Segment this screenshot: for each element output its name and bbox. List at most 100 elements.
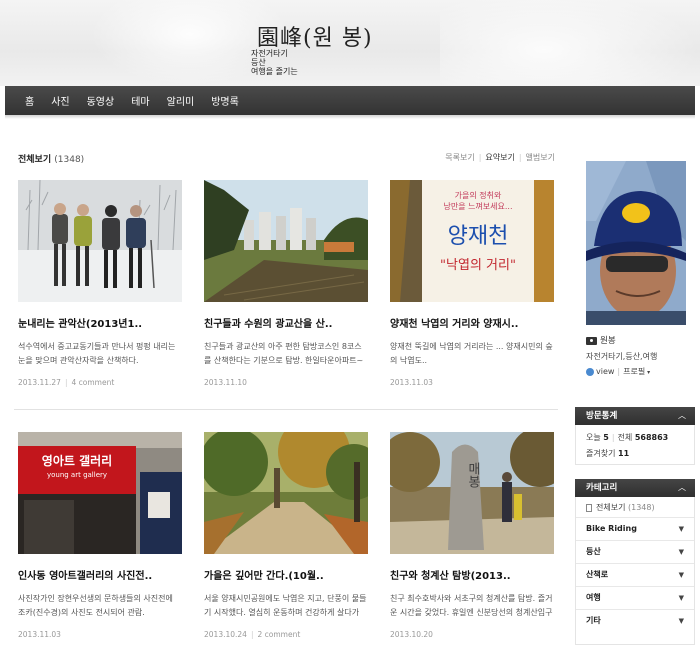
triangle-down-icon[interactable]: ▼ [679, 518, 684, 540]
total-label: 전체 [617, 433, 633, 442]
separator: | [617, 367, 621, 376]
profile-name: 원봉 [586, 334, 616, 346]
post-title[interactable]: 가을은 깊어만 간다.(10월.. [204, 567, 368, 582]
post-title[interactable]: 양재천 낙엽의 거리와 양재시.. [390, 315, 554, 330]
city-apartments-photo [204, 180, 368, 302]
sign-overlay: 가을의 정취와 낭만을 느껴보세요... 양재천 "낙엽의 거리" [422, 180, 534, 273]
category-item-etc[interactable]: 기타 ▼ [576, 609, 694, 632]
maebong-stone-photo [390, 432, 554, 554]
triangle-down-icon[interactable]: ▼ [679, 541, 684, 563]
post-thumbnail[interactable]: 매봉 [390, 432, 554, 554]
category-item-travel[interactable]: 여행 ▼ [576, 586, 694, 609]
sign-sub-text: "낙엽의 거리" [440, 258, 516, 273]
row-divider [14, 409, 558, 410]
gallery-sign-ko: 영아트 갤러리 [41, 454, 113, 468]
autumn-park-photo [204, 432, 368, 554]
post-meta: 2013.10.20 [390, 630, 554, 639]
stats-line: 즐겨찾기 11 [576, 448, 694, 459]
main-heading-row: 전체보기 (1348) 목록보기 | 요약보기 | 앨범보기 [18, 152, 555, 166]
category-widget: 전체보기 (1348) Bike Riding ▼ 등산 ▼ 산책로 ▼ 여행 ▼ 기타… [575, 497, 695, 645]
category-widget-header[interactable]: 카테고리 ︿ [575, 479, 695, 497]
fav-label: 즐겨찾기 [586, 449, 616, 458]
post-thumbnail[interactable]: 영아트 갤러리 young art gallery [18, 432, 182, 554]
view-album-link[interactable]: 앨범보기 [526, 153, 555, 162]
triangle-down-icon[interactable]: ▼ [679, 564, 684, 586]
post-meta: 2013.11.03 [390, 378, 554, 387]
fav-count: 11 [618, 449, 630, 458]
post-thumbnail[interactable] [18, 180, 182, 302]
post-comment-link[interactable]: 2 comment [257, 630, 300, 639]
triangle-down-icon[interactable]: ▼ [679, 587, 684, 609]
profile-photo[interactable] [586, 161, 686, 325]
main-nav: 홈 사진 동영상 테마 알리미 방명록 [5, 86, 695, 115]
nav-photo[interactable]: 사진 [51, 93, 69, 108]
post-excerpt: 석수역에서 중고교동기들과 만나서 펑펑 내리는 눈을 맞으며 관악산자락을 산… [18, 342, 176, 365]
profile-name-text[interactable]: 원봉 [600, 336, 616, 346]
stats-widget: 오늘 5 | 전체 568863 즐겨찾기 11 [575, 425, 695, 465]
category-item-hiking[interactable]: 등산 ▼ [576, 540, 694, 563]
category-all-label: 전체보기 [596, 503, 626, 512]
post-title[interactable]: 친구와 청계산 탐방(2013.. [390, 567, 554, 582]
snow-hikers-photo [18, 180, 182, 302]
total-count: 568863 [634, 433, 669, 442]
category-item-trail[interactable]: 산책로 ▼ [576, 563, 694, 586]
header-texture [440, 0, 700, 86]
stats-widget-header[interactable]: 방문통계 ︿ [575, 407, 695, 425]
separator: | [478, 153, 482, 162]
separator: | [64, 378, 68, 387]
blog-title[interactable]: 園峰(원 봉) [257, 20, 373, 52]
post-thumbnail[interactable]: 가을의 정취와 낭만을 느껴보세요... 양재천 "낙엽의 거리" [390, 180, 554, 302]
avatar [586, 161, 686, 325]
view-list-link[interactable]: 목록보기 [445, 153, 474, 162]
gallery-entrance-photo [18, 432, 182, 554]
camera-icon [586, 336, 597, 345]
post-meta: 2013.10.24 | 2 comment [204, 630, 368, 639]
post-title[interactable]: 친구들과 수원의 광교산을 산.. [204, 315, 368, 330]
post-title[interactable]: 눈내리는 관악산(2013년1.. [18, 315, 182, 330]
post-date: 2013.11.10 [204, 378, 247, 387]
post-date: 2013.11.03 [18, 630, 61, 639]
post-count: (1348) [54, 155, 85, 165]
nav-video[interactable]: 동영상 [87, 93, 115, 108]
profile-links: view | 프로필 ▾ [586, 366, 650, 377]
profile-link[interactable]: 프로필 [623, 367, 645, 376]
nav-notifier[interactable]: 알리미 [167, 93, 195, 108]
chevron-up-icon[interactable]: ︿ [678, 407, 686, 425]
post-excerpt: 사진작가인 장현우선생의 문하생들의 사진전에 조카(진수경)의 사진도 전시되… [18, 594, 173, 617]
blog-desc-line: 등산 [251, 58, 266, 67]
view-summary-link[interactable]: 요약보기 [485, 153, 514, 162]
post-comment-link[interactable]: 4 comment [71, 378, 114, 387]
category-all[interactable]: 전체보기 (1348) [576, 497, 694, 517]
page-title: 전체보기 (1348) [18, 152, 84, 165]
category-label: Bike Riding [586, 524, 637, 533]
chevron-up-icon[interactable]: ︿ [678, 479, 686, 497]
nav-guestbook[interactable]: 방명록 [211, 93, 239, 108]
stats-widget-title: 방문통계 [586, 411, 618, 421]
post-date: 2013.11.27 [18, 378, 61, 387]
post-card: 가을의 정취와 낭만을 느껴보세요... 양재천 "낙엽의 거리" 양재천 낙엽… [390, 180, 554, 387]
blog-desc-line: 여행을 즐기는 [251, 67, 298, 76]
blog-description: 자전거타기 등산 여행을 즐기는 [251, 49, 298, 76]
category-label: 여행 [586, 593, 601, 602]
profile-view-link[interactable]: view [596, 367, 614, 376]
post-card: 영아트 갤러리 young art gallery 인사동 영아트갤러리의 사진… [18, 432, 182, 639]
post-meta: 2013.11.10 [204, 378, 368, 387]
category-label: 기타 [586, 616, 601, 625]
post-meta: 2013.11.27 | 4 comment [18, 378, 182, 387]
post-title[interactable]: 인사동 영아트갤러리의 사진전.. [18, 567, 182, 582]
post-thumbnail[interactable] [204, 180, 368, 302]
sign-top-text: 가을의 정취와 낭만을 느껴보세요... [443, 191, 513, 211]
post-excerpt: 서울 양재시민공원에도 낙엽은 지고, 단풍이 물들기 시작했다. 열심히 운동… [204, 594, 367, 617]
post-thumbnail[interactable] [204, 432, 368, 554]
nav-theme[interactable]: 테마 [131, 93, 149, 108]
chevron-down-icon: ▾ [645, 369, 651, 376]
post-card: 가을은 깊어만 간다.(10월.. 서울 양재시민공원에도 낙엽은 지고, 단풍… [204, 432, 368, 639]
post-excerpt: 친구 최수호박사와 서초구의 청계산를 탐방. 즐거운 시간을 갖었다. 휴일엔… [390, 594, 553, 617]
triangle-down-icon[interactable]: ▼ [679, 610, 684, 632]
document-icon [586, 503, 592, 512]
post-meta: 2013.11.03 [18, 630, 182, 639]
nav-home[interactable]: 홈 [25, 93, 34, 108]
sign-main-text: 양재천 [447, 224, 509, 249]
nav-shadow [5, 115, 695, 119]
category-item-bike-riding[interactable]: Bike Riding ▼ [576, 517, 694, 540]
